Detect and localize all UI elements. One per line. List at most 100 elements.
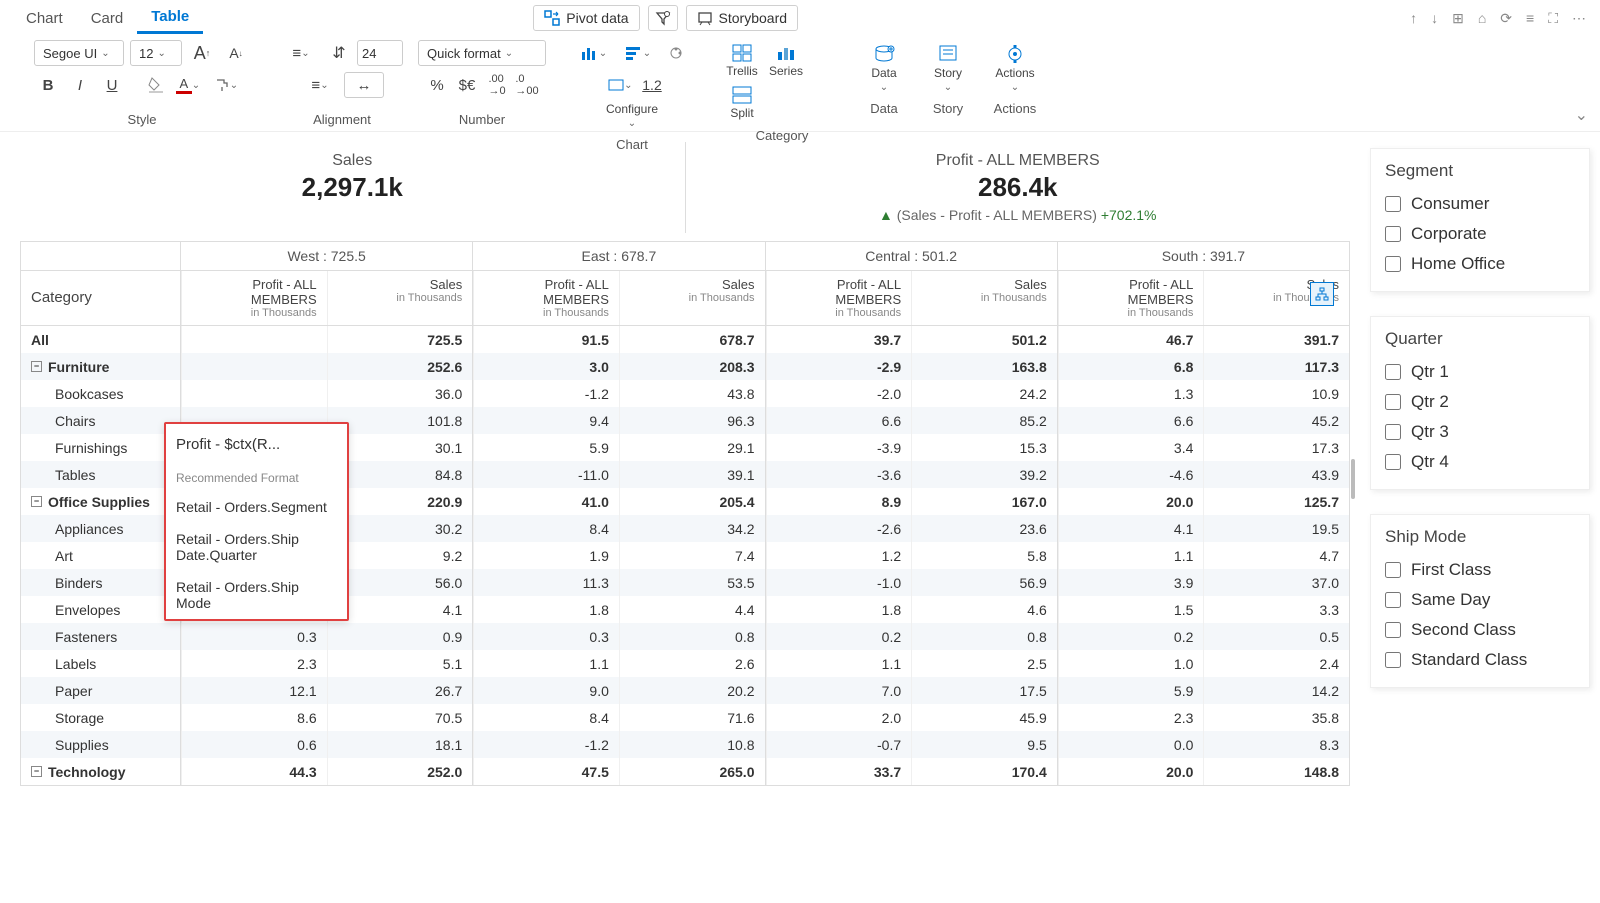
data-cell[interactable]: 8.4 <box>473 704 619 731</box>
category-cell[interactable]: Chairs <box>21 407 181 434</box>
data-cell[interactable]: 53.5 <box>619 569 765 596</box>
data-cell[interactable]: 6.8 <box>1058 353 1204 380</box>
data-cell[interactable]: -1.2 <box>473 731 619 758</box>
filter-checkbox[interactable] <box>1385 424 1401 440</box>
popup-item[interactable]: Retail - Orders.Segment <box>166 491 347 523</box>
data-cell[interactable]: 3.9 <box>1058 569 1204 596</box>
data-cell[interactable]: 9.0 <box>473 677 619 704</box>
filter-option[interactable]: Qtr 2 <box>1385 387 1575 417</box>
italic-button[interactable]: I <box>66 72 94 98</box>
category-cell[interactable]: −Office Supplies <box>21 488 181 515</box>
data-cell[interactable]: 5.1 <box>327 650 473 677</box>
arrow-up-icon[interactable]: ↑ <box>1408 8 1419 28</box>
filter-option[interactable]: Standard Class <box>1385 645 1575 675</box>
data-cell[interactable]: 15.3 <box>911 434 1057 461</box>
category-cell[interactable]: Fasteners <box>21 623 181 650</box>
data-cell[interactable]: 34.2 <box>619 515 765 542</box>
data-cell[interactable]: 18.1 <box>327 731 473 758</box>
data-cell[interactable]: 148.8 <box>1203 758 1349 785</box>
data-cell[interactable]: 12.1 <box>181 677 327 704</box>
category-cell[interactable]: Paper <box>21 677 181 704</box>
data-cell[interactable]: 36.0 <box>327 380 473 407</box>
data-cell[interactable]: 43.9 <box>1203 461 1349 488</box>
sales-header[interactable]: Salesin Thousands <box>911 271 1057 325</box>
resize-handle[interactable] <box>1351 459 1355 499</box>
data-cell[interactable]: 20.0 <box>1058 758 1204 785</box>
data-cell[interactable]: -4.6 <box>1058 461 1204 488</box>
filter-option[interactable]: Same Day <box>1385 585 1575 615</box>
data-cell[interactable]: 8.6 <box>181 704 327 731</box>
category-cell[interactable]: Furnishings <box>21 434 181 461</box>
data-cell[interactable]: 4.6 <box>911 596 1057 623</box>
filter-checkbox[interactable] <box>1385 454 1401 470</box>
data-cell[interactable]: 56.9 <box>911 569 1057 596</box>
filter-option[interactable]: Consumer <box>1385 189 1575 219</box>
category-cell[interactable]: Labels <box>21 650 181 677</box>
data-cell[interactable]: 125.7 <box>1203 488 1349 515</box>
filter-option[interactable]: Qtr 1 <box>1385 357 1575 387</box>
filter-checkbox[interactable] <box>1385 562 1401 578</box>
data-cell[interactable]: 3.3 <box>1203 596 1349 623</box>
data-cell[interactable]: 0.8 <box>619 623 765 650</box>
data-cell[interactable]: 501.2 <box>911 326 1057 353</box>
data-cell[interactable]: 0.3 <box>473 623 619 650</box>
increase-decimal-button[interactable]: .00→0 <box>483 72 511 98</box>
data-cell[interactable]: 252.6 <box>327 353 473 380</box>
collapse-icon[interactable]: − <box>31 496 42 507</box>
data-cell[interactable]: 45.2 <box>1203 407 1349 434</box>
layout-icon[interactable]: ⊞ <box>1450 8 1466 29</box>
fill-color-button[interactable] <box>142 72 170 98</box>
header-size-input[interactable]: 24 <box>357 40 403 66</box>
tab-card[interactable]: Card <box>77 4 138 33</box>
region-header[interactable]: East : 678.7 <box>473 242 765 270</box>
region-header[interactable]: Central : 501.2 <box>766 242 1058 270</box>
data-cell[interactable]: 39.1 <box>619 461 765 488</box>
data-cell[interactable]: 19.5 <box>1203 515 1349 542</box>
collapse-icon[interactable]: − <box>31 361 42 372</box>
data-cell[interactable]: 45.9 <box>911 704 1057 731</box>
data-cell[interactable]: 5.8 <box>911 542 1057 569</box>
percent-button[interactable]: % <box>423 72 451 98</box>
filter-checkbox[interactable] <box>1385 256 1401 272</box>
data-cell[interactable]: 41.0 <box>473 488 619 515</box>
data-cell[interactable]: -0.7 <box>766 731 912 758</box>
hierarchy-toggle-button[interactable] <box>1310 282 1334 306</box>
category-cell[interactable]: −Technology <box>21 758 181 785</box>
data-cell[interactable]: 0.2 <box>1058 623 1204 650</box>
collapse-ribbon-icon[interactable]: ⌄ <box>1575 105 1588 125</box>
data-cell[interactable]: 0.5 <box>1203 623 1349 650</box>
data-cell[interactable] <box>181 380 327 407</box>
data-cell[interactable]: 8.3 <box>1203 731 1349 758</box>
data-cell[interactable]: 8.4 <box>473 515 619 542</box>
filter-checkbox[interactable] <box>1385 622 1401 638</box>
series-button[interactable]: Series <box>764 40 808 82</box>
data-cell[interactable]: 39.7 <box>766 326 912 353</box>
profit-header[interactable]: Profit - ALL MEMBERSin Thousands <box>766 271 912 325</box>
decrease-decimal-button[interactable]: .0→00 <box>513 72 541 98</box>
filter-checkbox[interactable] <box>1385 364 1401 380</box>
popup-item[interactable]: Retail - Orders.Ship Mode <box>166 571 347 619</box>
more-icon[interactable]: ⋯ <box>1570 8 1588 29</box>
bold-button[interactable]: B <box>34 72 62 98</box>
popup-item[interactable]: Retail - Orders.Ship Date.Quarter <box>166 523 347 571</box>
sales-header[interactable]: Salesin Thousands <box>327 271 473 325</box>
category-cell[interactable]: Supplies <box>21 731 181 758</box>
filter-option[interactable]: Home Office <box>1385 249 1575 279</box>
filter-option[interactable]: Qtr 3 <box>1385 417 1575 447</box>
data-cell[interactable]: 4.4 <box>619 596 765 623</box>
configure-button[interactable]: Configure ⌄ <box>597 98 667 133</box>
data-cell[interactable]: 3.0 <box>473 353 619 380</box>
data-cell[interactable]: 71.6 <box>619 704 765 731</box>
data-cell[interactable]: 24.2 <box>911 380 1057 407</box>
data-cell[interactable]: 205.4 <box>619 488 765 515</box>
data-cell[interactable]: 9.4 <box>473 407 619 434</box>
data-cell[interactable]: 252.0 <box>327 758 473 785</box>
data-cell[interactable]: 0.9 <box>327 623 473 650</box>
sales-header[interactable]: Salesin Thousands <box>619 271 765 325</box>
refresh-icon[interactable]: ⟳ <box>1498 8 1514 29</box>
hierarchy-icon[interactable]: ⌂ <box>1476 8 1488 28</box>
category-cell[interactable]: Tables <box>21 461 181 488</box>
data-cell[interactable]: 167.0 <box>911 488 1057 515</box>
data-cell[interactable]: 20.0 <box>1058 488 1204 515</box>
format-painter-button[interactable]: ⌄ <box>206 72 246 98</box>
